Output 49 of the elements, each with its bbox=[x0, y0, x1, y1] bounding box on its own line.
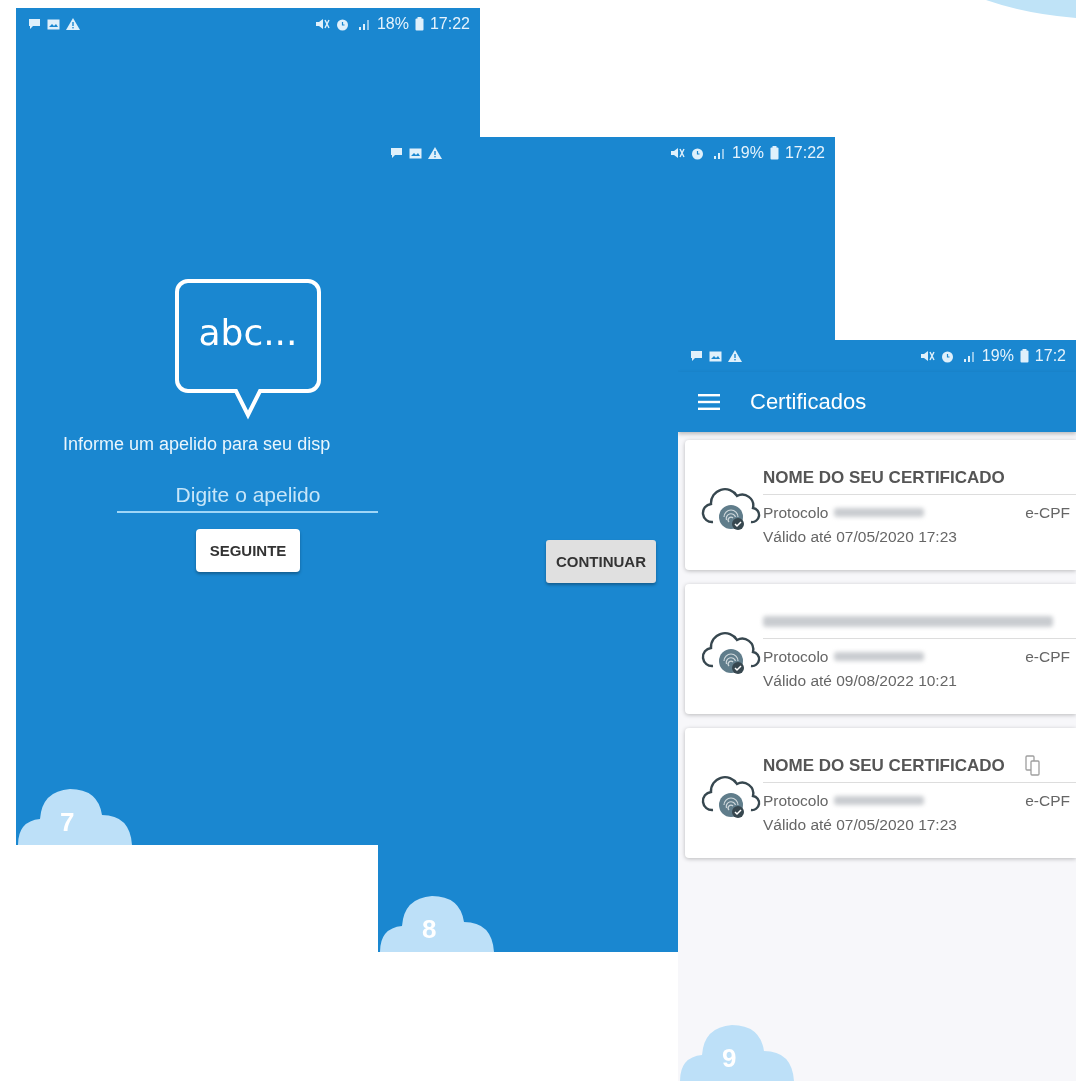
message-icon bbox=[690, 350, 703, 362]
clock-time: 17:2 bbox=[1034, 347, 1066, 365]
continue-button[interactable]: CONTINUAR bbox=[546, 540, 656, 583]
warning-icon bbox=[66, 18, 80, 30]
battery-percent: 18% bbox=[376, 15, 409, 33]
mute-icon bbox=[670, 147, 685, 159]
next-button[interactable]: SEGUINTE bbox=[195, 529, 301, 572]
certificate-type: e-CPF bbox=[1025, 791, 1071, 810]
step-number: 9 bbox=[722, 1043, 737, 1074]
devices-icon[interactable] bbox=[1024, 754, 1041, 777]
clock-time: 17:22 bbox=[784, 144, 825, 162]
step-number: 8 bbox=[422, 914, 437, 945]
alarm-icon bbox=[690, 146, 704, 160]
certificate-type: e-CPF bbox=[1025, 503, 1071, 522]
alarm-icon bbox=[940, 349, 954, 363]
warning-icon bbox=[428, 147, 442, 159]
clock-time: 17:22 bbox=[429, 15, 470, 33]
step-number: 7 bbox=[60, 807, 75, 838]
image-icon bbox=[709, 350, 722, 362]
validity-date: Válido até 09/08/2022 10:21 bbox=[763, 670, 958, 691]
nickname-prompt: Informe um apelido para seu disp bbox=[63, 434, 331, 455]
battery-percent: 19% bbox=[981, 347, 1014, 365]
battery-icon bbox=[769, 146, 779, 160]
protocol-label: Protocolo bbox=[763, 503, 829, 522]
mute-icon bbox=[315, 18, 330, 30]
warning-icon bbox=[728, 350, 742, 362]
battery-icon bbox=[1019, 349, 1029, 363]
alarm-icon bbox=[335, 17, 349, 31]
certificate-name: NOME DO SEU CERTIFICADO bbox=[763, 467, 1005, 488]
protocol-label: Protocolo bbox=[763, 791, 829, 810]
image-icon bbox=[47, 18, 60, 30]
certificate-name: NOME DO SEU CERTIFICADO bbox=[763, 755, 1005, 776]
validity-date: Válido até 07/05/2020 17:23 bbox=[763, 526, 958, 547]
image-icon bbox=[409, 147, 422, 159]
screen-title: Certificados bbox=[750, 389, 867, 415]
message-icon bbox=[390, 147, 403, 159]
certificate-type: e-CPF bbox=[1025, 647, 1071, 666]
battery-percent: 19% bbox=[731, 144, 764, 162]
certificate-card[interactable]: NOME DO SEU CERTIFICADO Protocolo e-CPF Válido até 07/05/2020 17:23 bbox=[685, 728, 1076, 858]
bubble-text: abc... bbox=[197, 312, 299, 353]
menu-icon[interactable] bbox=[698, 394, 720, 410]
protocol-label: Protocolo bbox=[763, 647, 829, 666]
certificate-card[interactable]: Protocolo e-CPF Válido até 09/08/2022 10:21 bbox=[685, 584, 1076, 714]
nickname-input-field[interactable]: Digite o apelido bbox=[117, 481, 379, 513]
battery-icon bbox=[414, 17, 424, 31]
message-icon bbox=[28, 18, 41, 30]
mute-icon bbox=[920, 350, 935, 362]
certificate-card[interactable]: NOME DO SEU CERTIFICADO Protocolo e-CPF Válido até 07/05/2020 17:23 bbox=[685, 440, 1076, 570]
validity-date: Válido até 07/05/2020 17:23 bbox=[763, 814, 958, 835]
